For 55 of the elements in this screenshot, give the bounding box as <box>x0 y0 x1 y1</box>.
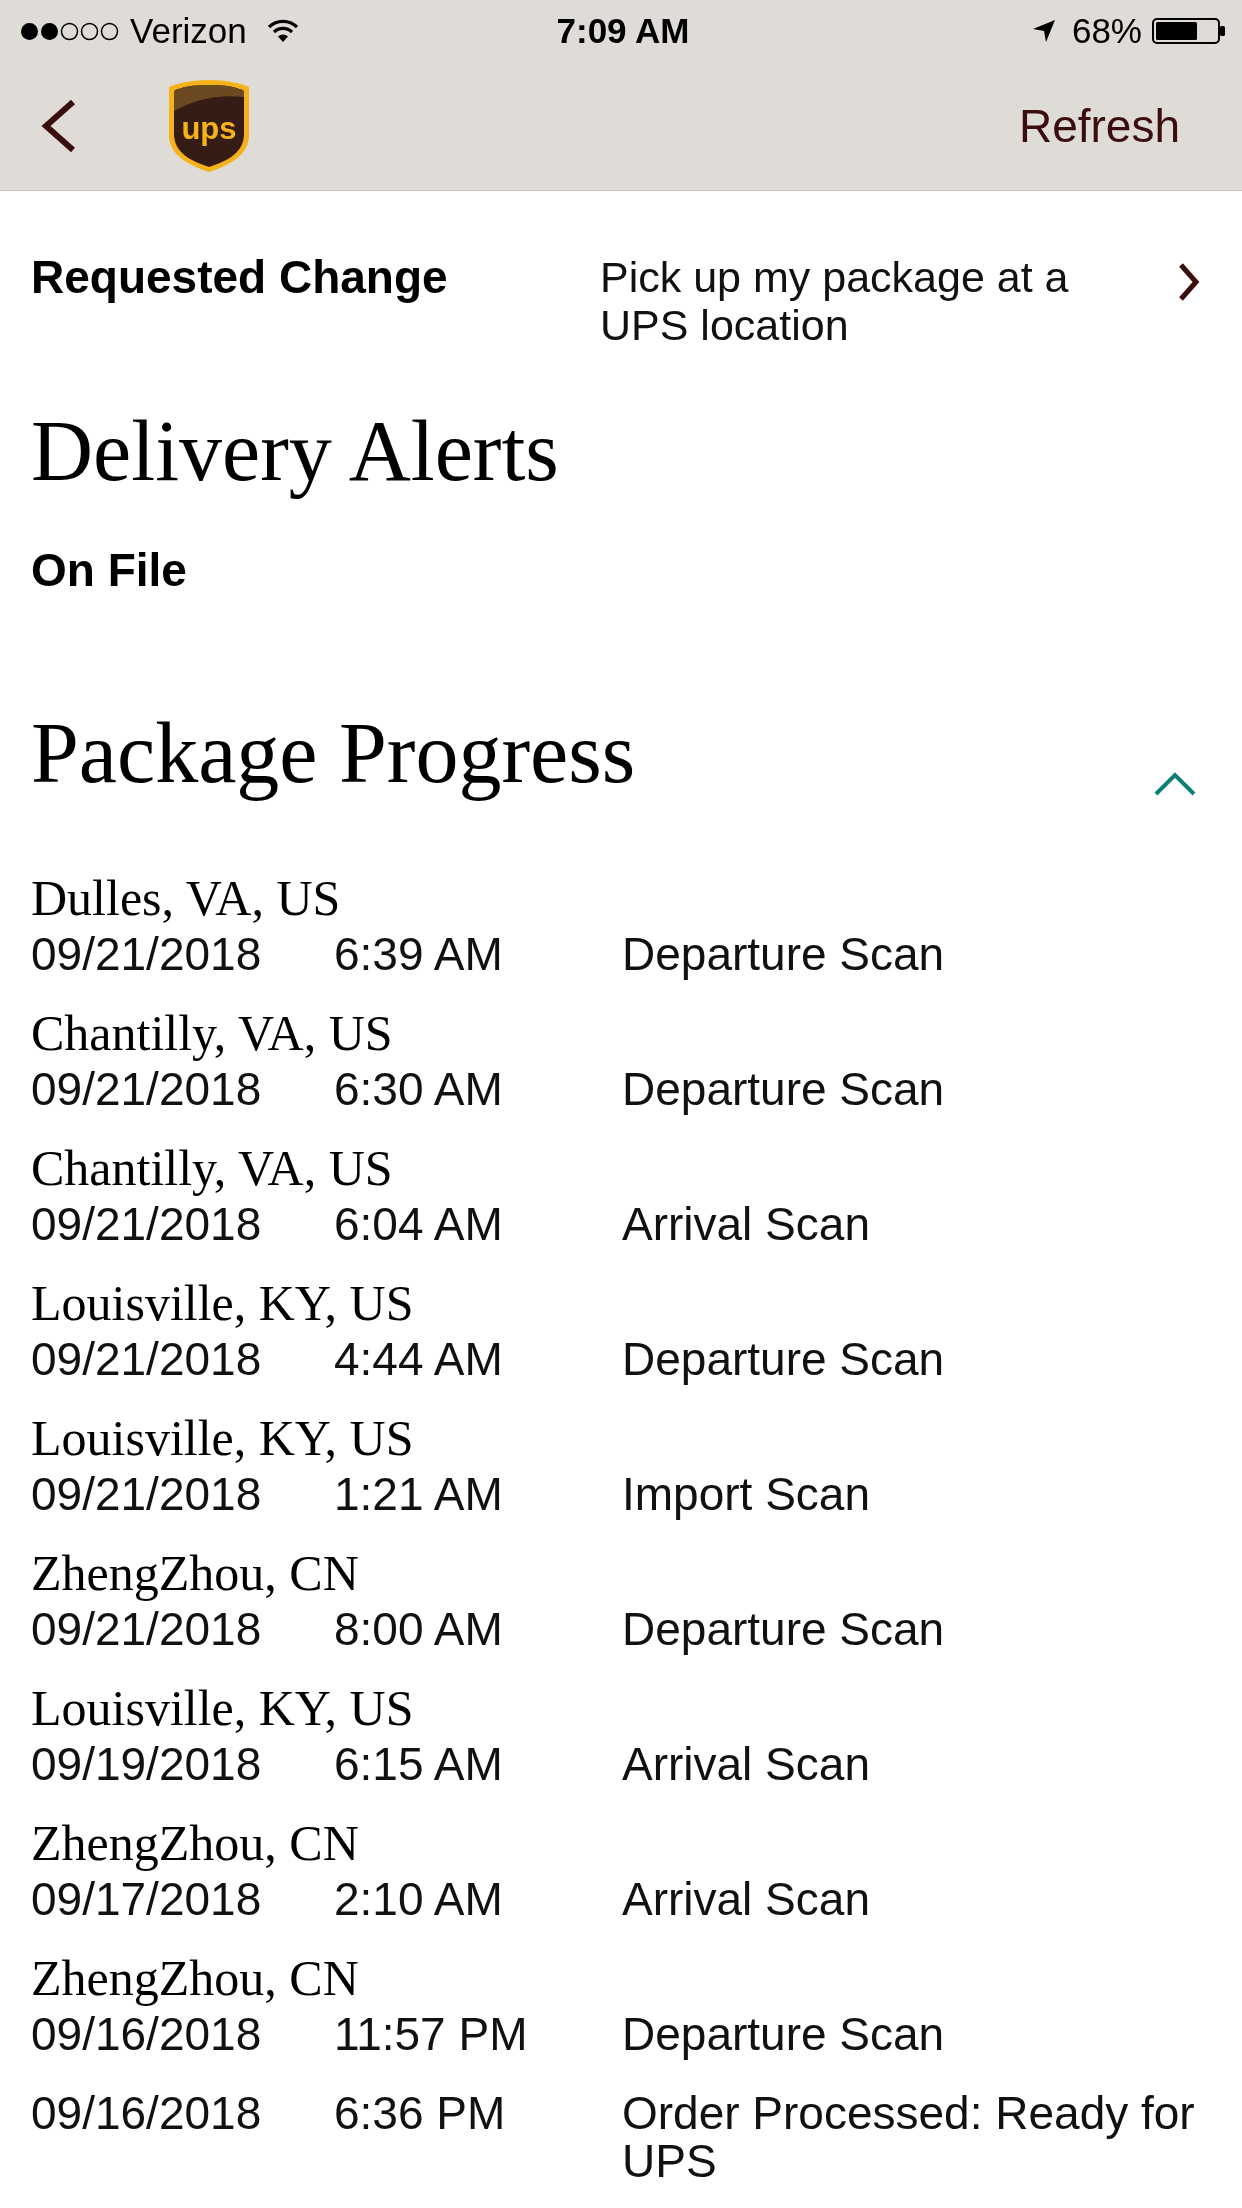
event-date: 09/21/2018 <box>31 1605 262 1653</box>
status-time: 7:09 AM <box>556 11 690 51</box>
event-activity: Arrival Scan <box>622 1200 870 1248</box>
event-time: 2:10 AM <box>334 1875 503 1923</box>
event-date: 09/16/2018 <box>31 2010 262 2058</box>
event-time: 6:36 PM <box>334 2089 506 2141</box>
event-location: ZhengZhou, CN <box>31 1950 359 2006</box>
event-location: ZhengZhou, CN <box>31 1545 359 1601</box>
event-date: 09/21/2018 <box>31 930 262 978</box>
chevron-right-icon[interactable] <box>1178 262 1200 302</box>
event-date: 09/21/2018 <box>31 1335 262 1383</box>
requested-change-value: Pick up my package at a UPS location <box>600 253 1070 349</box>
shield-logo: ups <box>168 79 250 173</box>
event-date: 09/17/2018 <box>31 1875 262 1923</box>
event-activity: Departure Scan <box>622 1335 945 1383</box>
event-time: 6:15 AM <box>334 1740 503 1788</box>
event-time: 11:57 PM <box>334 2010 528 2058</box>
refresh-button[interactable]: Refresh <box>1018 99 1180 153</box>
event-date: 09/21/2018 <box>31 1470 262 1518</box>
event-location: Louisville, KY, US <box>31 1410 414 1466</box>
wifi-icon <box>266 19 299 43</box>
event-location: Chantilly, VA, US <box>31 1005 393 1061</box>
battery-icon <box>1152 18 1226 44</box>
carrier-name: Verizon <box>130 11 247 51</box>
event-time: 4:44 AM <box>334 1335 503 1383</box>
event-activity: Order Processed: Ready for UPS <box>622 2089 1196 2185</box>
event-activity: Arrival Scan <box>622 1740 870 1788</box>
battery-percent: 68% <box>1071 11 1142 51</box>
event-time: 6:04 AM <box>334 1200 503 1248</box>
event-location: Louisville, KY, US <box>31 1275 414 1331</box>
event-time: 1:21 AM <box>334 1470 503 1518</box>
event-activity: Departure Scan <box>622 1605 945 1653</box>
signal-strength-icon <box>20 21 120 41</box>
event-time: 6:39 AM <box>334 930 503 978</box>
event-activity: Departure Scan <box>622 2010 945 2058</box>
event-activity: Import Scan <box>622 1470 870 1518</box>
location-arrow-icon <box>1031 19 1056 43</box>
section-title: Delivery Alerts <box>31 402 559 501</box>
event-time: 6:30 AM <box>334 1065 503 1113</box>
event-location: Dulles, VA, US <box>31 870 341 926</box>
event-location: Chantilly, VA, US <box>31 1140 393 1196</box>
requested-change-label: Requested Change <box>31 253 449 301</box>
chevron-up-icon[interactable] <box>1153 771 1197 797</box>
event-date: 09/19/2018 <box>31 1740 262 1788</box>
event-activity: Departure Scan <box>622 930 945 978</box>
event-time: 8:00 AM <box>334 1605 503 1653</box>
event-location: ZhengZhou, CN <box>31 1815 359 1871</box>
event-activity: Arrival Scan <box>622 1875 870 1923</box>
event-date: 09/21/2018 <box>31 1065 262 1113</box>
event-activity: Departure Scan <box>622 1065 945 1113</box>
event-date: 09/21/2018 <box>31 1200 262 1248</box>
section-title: Package Progress <box>31 704 636 803</box>
alerts-status: On File <box>31 543 187 598</box>
event-location: Louisville, KY, US <box>31 1680 414 1736</box>
event-date: 09/16/2018 <box>31 2089 262 2141</box>
